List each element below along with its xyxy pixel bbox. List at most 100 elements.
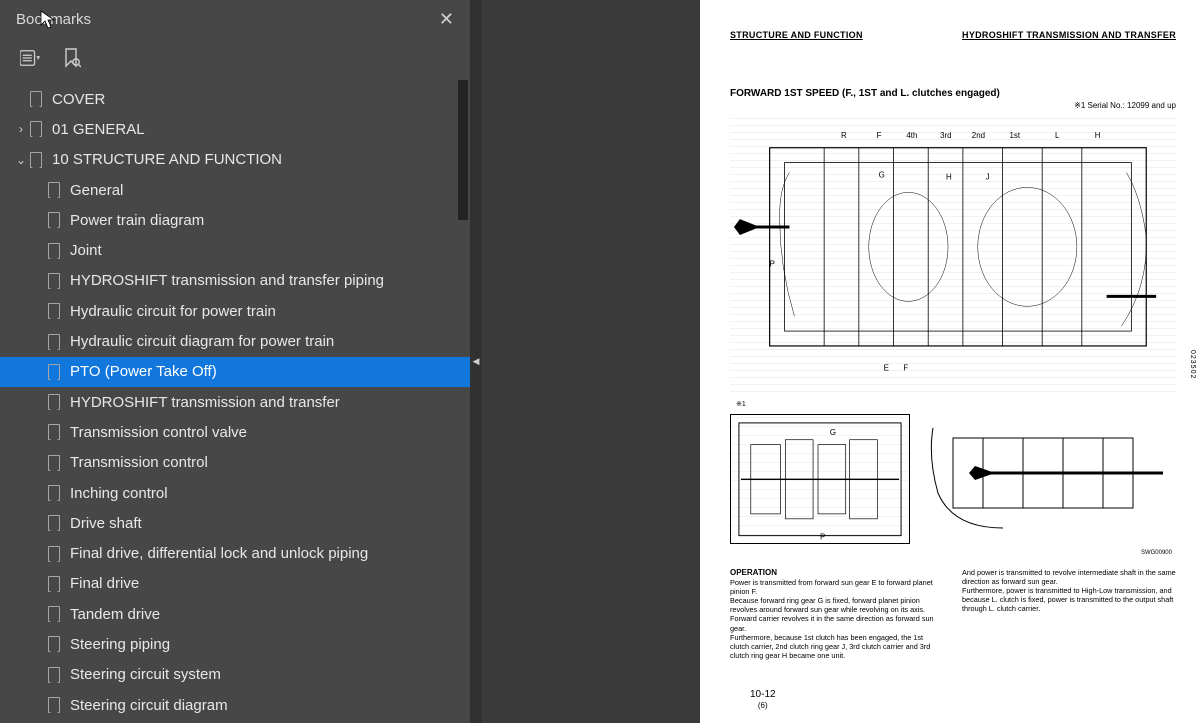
bookmark-icon xyxy=(48,546,60,562)
bookmark-item[interactable]: › 01 GENERAL xyxy=(0,114,470,144)
bookmark-icon xyxy=(48,182,60,198)
sidebar-header: Bookmarks ✕ xyxy=(0,0,470,38)
bookmark-item[interactable]: Final drive, differential lock and unloc… xyxy=(0,538,470,568)
bookmark-label: Joint xyxy=(70,242,102,259)
bookmark-icon xyxy=(48,424,60,440)
bookmark-item[interactable]: Inching control xyxy=(0,478,470,508)
svg-text:F: F xyxy=(903,364,908,373)
bookmark-item[interactable]: Steering circuit diagram xyxy=(0,690,470,720)
document-viewport[interactable]: STRUCTURE AND FUNCTION HYDROSHIFT TRANSM… xyxy=(482,0,1200,723)
bookmarks-toolbar xyxy=(0,38,470,78)
bookmark-label: HYDROSHIFT transmission and transfer xyxy=(70,394,340,411)
bookmark-label: General xyxy=(70,182,123,199)
bookmark-item[interactable]: COVER xyxy=(0,84,470,114)
operation-title: OPERATION xyxy=(730,568,944,578)
svg-text:4th: 4th xyxy=(906,131,917,140)
bookmark-item[interactable]: Final drive xyxy=(0,569,470,599)
scroll-thumb[interactable] xyxy=(458,80,468,220)
bookmark-icon xyxy=(48,515,60,531)
bookmark-label: Steering piping xyxy=(70,636,170,653)
options-menu-icon[interactable] xyxy=(20,48,40,68)
bookmark-icon xyxy=(48,364,60,380)
bookmark-icon xyxy=(48,394,60,410)
page-header-right: HYDROSHIFT TRANSMISSION AND TRANSFER xyxy=(962,30,1176,40)
svg-text:P: P xyxy=(770,260,775,269)
bookmark-item[interactable]: Tandem drive xyxy=(0,599,470,629)
page-header-left: STRUCTURE AND FUNCTION xyxy=(730,30,863,40)
bookmark-icon xyxy=(48,455,60,471)
svg-text:R: R xyxy=(841,131,847,140)
bookmark-label: Final drive, differential lock and unloc… xyxy=(70,545,368,562)
close-icon[interactable]: ✕ xyxy=(431,5,462,34)
bookmark-item[interactable]: HYDROSHIFT transmission and transfer pip… xyxy=(0,266,470,296)
svg-text:P: P xyxy=(820,533,825,542)
scrollbar[interactable] xyxy=(456,78,470,718)
bookmark-icon xyxy=(30,91,42,107)
bookmark-item[interactable]: Steering circuit system xyxy=(0,660,470,690)
bookmark-label: 10 STRUCTURE AND FUNCTION xyxy=(52,151,282,168)
bookmark-label: Tandem drive xyxy=(70,606,160,623)
output-arrow-diagram xyxy=(920,398,1176,548)
bookmark-icon xyxy=(48,576,60,592)
twisty-icon[interactable]: ⌄ xyxy=(12,153,30,167)
bookmark-label: 01 GENERAL xyxy=(52,121,145,138)
page-number: 10-12 (6) xyxy=(750,689,776,711)
svg-text:E: E xyxy=(884,364,889,373)
bookmark-label: COVER xyxy=(52,91,105,108)
bookmark-item[interactable]: ⌄ 10 STRUCTURE AND FUNCTION xyxy=(0,145,470,175)
bookmark-icon xyxy=(48,636,60,652)
svg-text:F: F xyxy=(877,131,882,140)
bookmark-icon xyxy=(30,152,42,168)
transmission-diagram: RF 4th3rd 2nd1st LH GHJ EF P xyxy=(730,118,1176,398)
operation-col2: And power is transmitted to revolve inte… xyxy=(962,568,1176,614)
bookmark-item[interactable]: General xyxy=(0,175,470,205)
bookmark-icon xyxy=(30,121,42,137)
bookmark-icon xyxy=(48,334,60,350)
bookmark-label: Power train diagram xyxy=(70,212,204,229)
bookmarks-tree: COVER › 01 GENERAL ⌄ 10 STRUCTURE AND FUNCTI… xyxy=(0,78,470,723)
bookmark-item[interactable]: Steering piping xyxy=(0,629,470,659)
side-code: 023502 xyxy=(1189,350,1196,379)
bookmark-icon xyxy=(48,243,60,259)
bookmark-item[interactable]: Transmission control valve xyxy=(0,417,470,447)
bookmark-item[interactable]: HYDROSHIFT transmission and transfer xyxy=(0,387,470,417)
svg-text:L: L xyxy=(1055,131,1060,140)
bookmark-label: Transmission control xyxy=(70,454,208,471)
inset-diagram: G P xyxy=(730,414,910,544)
bookmark-label: Transmission control valve xyxy=(70,424,247,441)
operation-col1: Power is transmitted from forward sun ge… xyxy=(730,578,944,660)
bookmark-item[interactable]: Transmission control xyxy=(0,448,470,478)
svg-text:G: G xyxy=(879,170,885,179)
bookmark-item[interactable]: Joint xyxy=(0,235,470,265)
bookmark-label: Drive shaft xyxy=(70,515,142,532)
bookmark-label: Inching control xyxy=(70,485,168,502)
bookmark-label: Hydraulic circuit for power train xyxy=(70,303,276,320)
bookmark-label: Final drive xyxy=(70,575,139,592)
svg-text:G: G xyxy=(830,428,836,437)
svg-text:2nd: 2nd xyxy=(972,131,985,140)
svg-text:1st: 1st xyxy=(1009,131,1020,140)
panel-collapse-handle[interactable]: ◀ xyxy=(470,0,482,723)
svg-text:J: J xyxy=(986,172,990,181)
bookmark-item[interactable]: PTO (Power Take Off) xyxy=(0,357,470,387)
bookmark-label: Steering circuit diagram xyxy=(70,697,228,714)
pdf-page: STRUCTURE AND FUNCTION HYDROSHIFT TRANSM… xyxy=(700,0,1200,723)
twisty-icon[interactable]: › xyxy=(12,122,30,136)
diagram-svg: RF 4th3rd 2nd1st LH GHJ EF P xyxy=(730,118,1176,396)
bookmark-icon xyxy=(48,667,60,683)
bookmark-item[interactable]: Hydraulic circuit for power train xyxy=(0,296,470,326)
page-subtitle: FORWARD 1ST SPEED (F., 1ST and L. clutch… xyxy=(730,88,1176,99)
bookmark-item[interactable]: Drive shaft xyxy=(0,508,470,538)
bookmark-item[interactable]: Hydraulic circuit diagram for power trai… xyxy=(0,326,470,356)
bookmark-icon xyxy=(48,273,60,289)
find-bookmark-icon[interactable] xyxy=(62,48,82,68)
bookmark-icon xyxy=(48,606,60,622)
bookmark-icon xyxy=(48,212,60,228)
bookmark-label: PTO (Power Take Off) xyxy=(70,363,217,380)
bookmark-label: HYDROSHIFT transmission and transfer pip… xyxy=(70,272,384,289)
bookmark-icon xyxy=(48,303,60,319)
bookmark-icon xyxy=(48,697,60,713)
diagram-code: SWG00900 xyxy=(730,550,1176,556)
bookmark-label: Steering circuit system xyxy=(70,666,221,683)
bookmark-item[interactable]: Power train diagram xyxy=(0,205,470,235)
